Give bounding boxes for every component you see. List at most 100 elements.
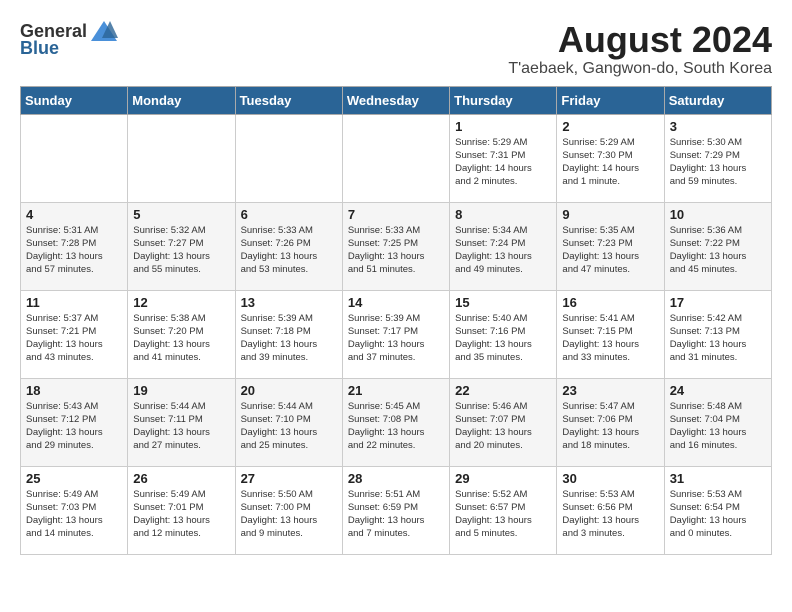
day-info-5: Sunrise: 5:32 AM Sunset: 7:27 PM Dayligh… <box>133 224 229 277</box>
day-info-4: Sunrise: 5:31 AM Sunset: 7:28 PM Dayligh… <box>26 224 122 277</box>
day-info-27: Sunrise: 5:50 AM Sunset: 7:00 PM Dayligh… <box>241 488 337 541</box>
calendar-body: 1 Sunrise: 5:29 AM Sunset: 7:31 PM Daylig… <box>21 114 772 554</box>
location-subtitle: T'aebaek, Gangwon-do, South Korea <box>508 60 772 78</box>
calendar-cell-w1-d3 <box>235 114 342 202</box>
day-number-26: 26 <box>133 471 229 486</box>
day-number-9: 9 <box>562 207 658 222</box>
day-number-16: 16 <box>562 295 658 310</box>
day-number-31: 31 <box>670 471 766 486</box>
day-number-27: 27 <box>241 471 337 486</box>
day-number-29: 29 <box>455 471 551 486</box>
day-info-19: Sunrise: 5:44 AM Sunset: 7:11 PM Dayligh… <box>133 400 229 453</box>
calendar-cell-w4-d2: 19 Sunrise: 5:44 AM Sunset: 7:11 PM Dayli… <box>128 378 235 466</box>
calendar-cell-w3-d6: 16 Sunrise: 5:41 AM Sunset: 7:15 PM Dayli… <box>557 290 664 378</box>
page-header: General Blue August 2024 T'aebaek, Gangw… <box>20 20 772 78</box>
calendar-cell-w1-d4 <box>342 114 449 202</box>
day-info-14: Sunrise: 5:39 AM Sunset: 7:17 PM Dayligh… <box>348 312 444 365</box>
calendar-week-5: 25Sunrise: 5:49 AM Sunset: 7:03 PM Dayli… <box>21 466 772 554</box>
calendar-cell-w5-d7: 31 Sunrise: 5:53 AM Sunset: 6:54 PM Dayli… <box>664 466 771 554</box>
calendar-cell-w4-d3: 20 Sunrise: 5:44 AM Sunset: 7:10 PM Dayli… <box>235 378 342 466</box>
weekday-header-tuesday: Tuesday <box>235 86 342 114</box>
day-info-20: Sunrise: 5:44 AM Sunset: 7:10 PM Dayligh… <box>241 400 337 453</box>
day-info-21: Sunrise: 5:45 AM Sunset: 7:08 PM Dayligh… <box>348 400 444 453</box>
day-info-22: Sunrise: 5:46 AM Sunset: 7:07 PM Dayligh… <box>455 400 551 453</box>
calendar-cell-w3-d7: 17Sunrise: 5:42 AM Sunset: 7:13 PM Dayli… <box>664 290 771 378</box>
day-number-1: 1 <box>455 119 551 134</box>
day-info-3: Sunrise: 5:30 AM Sunset: 7:29 PM Dayligh… <box>670 136 766 189</box>
day-number-22: 22 <box>455 383 551 398</box>
day-info-25: Sunrise: 5:49 AM Sunset: 7:03 PM Dayligh… <box>26 488 122 541</box>
calendar-cell-w4-d5: 22 Sunrise: 5:46 AM Sunset: 7:07 PM Dayli… <box>450 378 557 466</box>
calendar-week-1: 1 Sunrise: 5:29 AM Sunset: 7:31 PM Daylig… <box>21 114 772 202</box>
calendar-cell-w3-d5: 15Sunrise: 5:40 AM Sunset: 7:16 PM Dayli… <box>450 290 557 378</box>
logo-icon <box>90 20 118 42</box>
logo: General Blue <box>20 20 118 59</box>
day-info-16: Sunrise: 5:41 AM Sunset: 7:15 PM Dayligh… <box>562 312 658 365</box>
day-number-10: 10 <box>670 207 766 222</box>
day-info-30: Sunrise: 5:53 AM Sunset: 6:56 PM Dayligh… <box>562 488 658 541</box>
calendar-cell-w2-d4: 7 Sunrise: 5:33 AM Sunset: 7:25 PM Daylig… <box>342 202 449 290</box>
day-number-20: 20 <box>241 383 337 398</box>
weekday-header-row: SundayMondayTuesdayWednesdayThursdayFrid… <box>21 86 772 114</box>
day-info-9: Sunrise: 5:35 AM Sunset: 7:23 PM Dayligh… <box>562 224 658 277</box>
day-number-3: 3 <box>670 119 766 134</box>
calendar-cell-w1-d5: 1 Sunrise: 5:29 AM Sunset: 7:31 PM Daylig… <box>450 114 557 202</box>
calendar-cell-w2-d1: 4 Sunrise: 5:31 AM Sunset: 7:28 PM Daylig… <box>21 202 128 290</box>
calendar-cell-w2-d2: 5 Sunrise: 5:32 AM Sunset: 7:27 PM Daylig… <box>128 202 235 290</box>
day-number-2: 2 <box>562 119 658 134</box>
calendar-cell-w3-d3: 13Sunrise: 5:39 AM Sunset: 7:18 PM Dayli… <box>235 290 342 378</box>
calendar-cell-w5-d1: 25Sunrise: 5:49 AM Sunset: 7:03 PM Dayli… <box>21 466 128 554</box>
calendar-title-area: August 2024 T'aebaek, Gangwon-do, South … <box>508 20 772 78</box>
day-info-31: Sunrise: 5:53 AM Sunset: 6:54 PM Dayligh… <box>670 488 766 541</box>
day-info-1: Sunrise: 5:29 AM Sunset: 7:31 PM Dayligh… <box>455 136 551 189</box>
day-info-18: Sunrise: 5:43 AM Sunset: 7:12 PM Dayligh… <box>26 400 122 453</box>
calendar-cell-w5-d4: 28 Sunrise: 5:51 AM Sunset: 6:59 PM Dayli… <box>342 466 449 554</box>
day-info-7: Sunrise: 5:33 AM Sunset: 7:25 PM Dayligh… <box>348 224 444 277</box>
weekday-header-friday: Friday <box>557 86 664 114</box>
day-info-10: Sunrise: 5:36 AM Sunset: 7:22 PM Dayligh… <box>670 224 766 277</box>
day-info-2: Sunrise: 5:29 AM Sunset: 7:30 PM Dayligh… <box>562 136 658 189</box>
day-number-11: 11 <box>26 295 122 310</box>
calendar-table: SundayMondayTuesdayWednesdayThursdayFrid… <box>20 86 772 555</box>
weekday-header-sunday: Sunday <box>21 86 128 114</box>
day-number-6: 6 <box>241 207 337 222</box>
calendar-cell-w1-d6: 2 Sunrise: 5:29 AM Sunset: 7:30 PM Daylig… <box>557 114 664 202</box>
calendar-cell-w2-d3: 6 Sunrise: 5:33 AM Sunset: 7:26 PM Daylig… <box>235 202 342 290</box>
calendar-cell-w3-d1: 11Sunrise: 5:37 AM Sunset: 7:21 PM Dayli… <box>21 290 128 378</box>
weekday-header-saturday: Saturday <box>664 86 771 114</box>
day-info-6: Sunrise: 5:33 AM Sunset: 7:26 PM Dayligh… <box>241 224 337 277</box>
day-info-23: Sunrise: 5:47 AM Sunset: 7:06 PM Dayligh… <box>562 400 658 453</box>
day-info-28: Sunrise: 5:51 AM Sunset: 6:59 PM Dayligh… <box>348 488 444 541</box>
day-number-21: 21 <box>348 383 444 398</box>
logo-blue-text: Blue <box>20 38 59 59</box>
day-number-15: 15 <box>455 295 551 310</box>
day-number-19: 19 <box>133 383 229 398</box>
calendar-cell-w5-d2: 26Sunrise: 5:49 AM Sunset: 7:01 PM Dayli… <box>128 466 235 554</box>
day-number-18: 18 <box>26 383 122 398</box>
weekday-header-wednesday: Wednesday <box>342 86 449 114</box>
calendar-cell-w3-d2: 12Sunrise: 5:38 AM Sunset: 7:20 PM Dayli… <box>128 290 235 378</box>
day-number-8: 8 <box>455 207 551 222</box>
day-number-28: 28 <box>348 471 444 486</box>
calendar-cell-w2-d7: 10 Sunrise: 5:36 AM Sunset: 7:22 PM Dayli… <box>664 202 771 290</box>
day-info-13: Sunrise: 5:39 AM Sunset: 7:18 PM Dayligh… <box>241 312 337 365</box>
calendar-cell-w5-d3: 27 Sunrise: 5:50 AM Sunset: 7:00 PM Dayli… <box>235 466 342 554</box>
calendar-cell-w5-d6: 30 Sunrise: 5:53 AM Sunset: 6:56 PM Dayli… <box>557 466 664 554</box>
calendar-cell-w1-d2 <box>128 114 235 202</box>
calendar-cell-w1-d1 <box>21 114 128 202</box>
day-number-24: 24 <box>670 383 766 398</box>
calendar-header: SundayMondayTuesdayWednesdayThursdayFrid… <box>21 86 772 114</box>
day-number-5: 5 <box>133 207 229 222</box>
calendar-cell-w2-d5: 8Sunrise: 5:34 AM Sunset: 7:24 PM Daylig… <box>450 202 557 290</box>
weekday-header-thursday: Thursday <box>450 86 557 114</box>
calendar-cell-w2-d6: 9 Sunrise: 5:35 AM Sunset: 7:23 PM Daylig… <box>557 202 664 290</box>
calendar-week-2: 4 Sunrise: 5:31 AM Sunset: 7:28 PM Daylig… <box>21 202 772 290</box>
day-info-17: Sunrise: 5:42 AM Sunset: 7:13 PM Dayligh… <box>670 312 766 365</box>
day-number-7: 7 <box>348 207 444 222</box>
day-number-12: 12 <box>133 295 229 310</box>
day-number-4: 4 <box>26 207 122 222</box>
calendar-cell-w5-d5: 29Sunrise: 5:52 AM Sunset: 6:57 PM Dayli… <box>450 466 557 554</box>
calendar-cell-w4-d7: 24 Sunrise: 5:48 AM Sunset: 7:04 PM Dayli… <box>664 378 771 466</box>
day-number-30: 30 <box>562 471 658 486</box>
day-info-24: Sunrise: 5:48 AM Sunset: 7:04 PM Dayligh… <box>670 400 766 453</box>
